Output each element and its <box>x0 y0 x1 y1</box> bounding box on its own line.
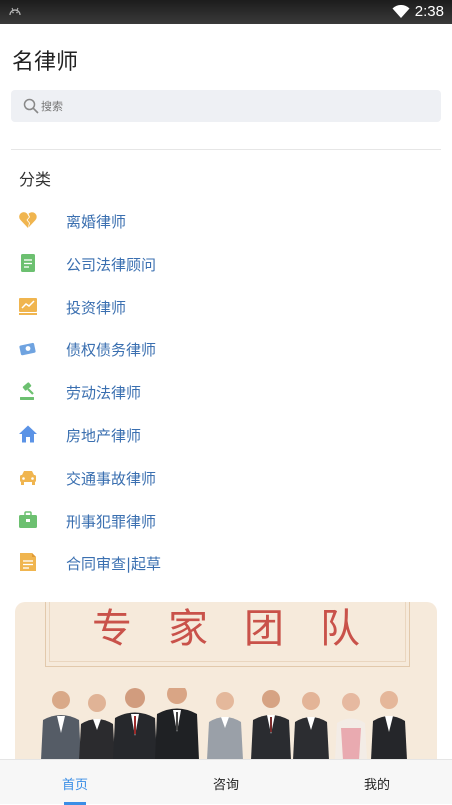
tab-mine[interactable]: 我的 <box>302 760 452 805</box>
tab-label: 咨询 <box>212 778 239 793</box>
contract-icon <box>20 553 36 572</box>
tab-label: 首页 <box>61 778 88 793</box>
status-bar: 2:38 <box>0 0 452 24</box>
category-item-contract[interactable]: 合同审查|起草 <box>0 541 452 584</box>
chart-icon <box>19 297 37 315</box>
category-label: 公司法律顾问 <box>66 255 157 274</box>
section-title: 分类 <box>19 170 52 189</box>
category-item-corporate[interactable]: 公司法律顾问 <box>0 242 452 285</box>
search-bar[interactable] <box>11 90 441 122</box>
category-item-debt[interactable]: 债权债务律师 <box>0 327 452 370</box>
car-icon <box>20 470 36 485</box>
category-label: 合同审查|起草 <box>66 555 162 574</box>
search-icon <box>23 98 39 114</box>
tab-home[interactable]: 首页 <box>0 760 150 805</box>
category-list: 离婚律师 公司法律顾问 投资律师 债权债务律师 劳动法律师 房地产律师 交通事故… <box>0 199 452 584</box>
briefcase-icon <box>19 510 37 528</box>
category-label: 房地产律师 <box>66 426 142 445</box>
category-item-real-estate[interactable]: 房地产律师 <box>0 413 452 456</box>
category-item-criminal[interactable]: 刑事犯罪律师 <box>0 499 452 542</box>
team-photo <box>41 688 407 760</box>
category-label: 离婚律师 <box>66 213 127 231</box>
search-input[interactable] <box>41 97 421 115</box>
house-icon <box>19 425 37 443</box>
tab-label: 我的 <box>363 778 390 793</box>
status-time: 2:38 <box>414 3 444 20</box>
document-icon <box>21 253 35 272</box>
page-title: 名律师 <box>12 50 79 75</box>
category-item-labor[interactable]: 劳动法律师 <box>0 370 452 413</box>
category-label: 债权债务律师 <box>66 341 157 360</box>
category-item-divorce[interactable]: 离婚律师 <box>0 199 452 242</box>
category-label: 劳动法律师 <box>66 384 142 403</box>
money-icon <box>19 343 36 356</box>
gavel-icon <box>20 382 34 401</box>
category-item-traffic[interactable]: 交通事故律师 <box>0 456 452 499</box>
category-item-investment[interactable]: 投资律师 <box>0 285 452 328</box>
wifi-icon <box>392 5 410 18</box>
broken-heart-icon <box>19 212 37 228</box>
android-debug-icon <box>9 7 21 16</box>
category-label: 投资律师 <box>66 298 127 317</box>
category-label: 交通事故律师 <box>66 469 157 488</box>
category-label: 刑事犯罪律师 <box>66 512 157 531</box>
banner-headline: 专家团队 <box>92 606 396 652</box>
bottom-tab-bar: 首页 咨询 我的 <box>0 759 452 805</box>
expert-team-banner[interactable]: 专家团队 <box>15 602 437 760</box>
divider <box>11 149 441 150</box>
tab-consult[interactable]: 咨询 <box>151 760 301 805</box>
